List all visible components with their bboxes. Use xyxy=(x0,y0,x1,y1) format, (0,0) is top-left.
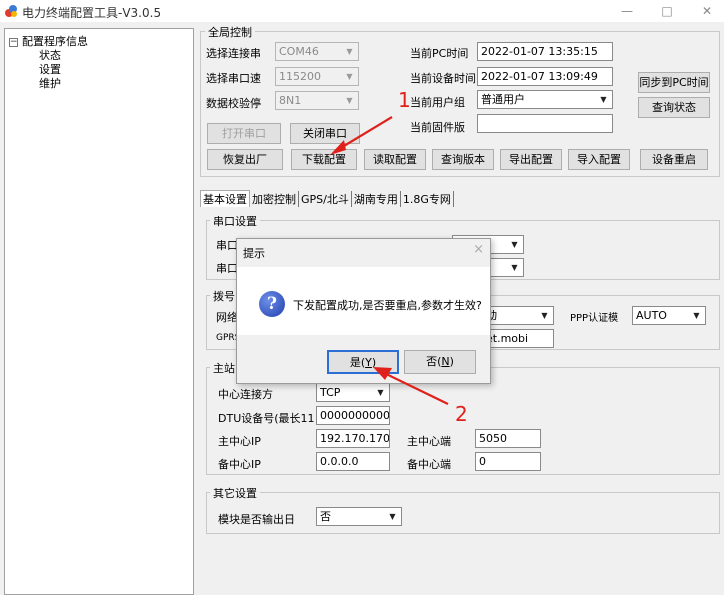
annotation-number-1: 1 xyxy=(398,88,411,112)
annotation-number-2: 2 xyxy=(455,402,468,426)
annotation-overlay xyxy=(330,116,449,405)
annotation-arrowhead-1 xyxy=(330,140,346,155)
annotation-arrowhead-2 xyxy=(373,367,392,380)
annotation-arrow-2 xyxy=(377,369,449,405)
